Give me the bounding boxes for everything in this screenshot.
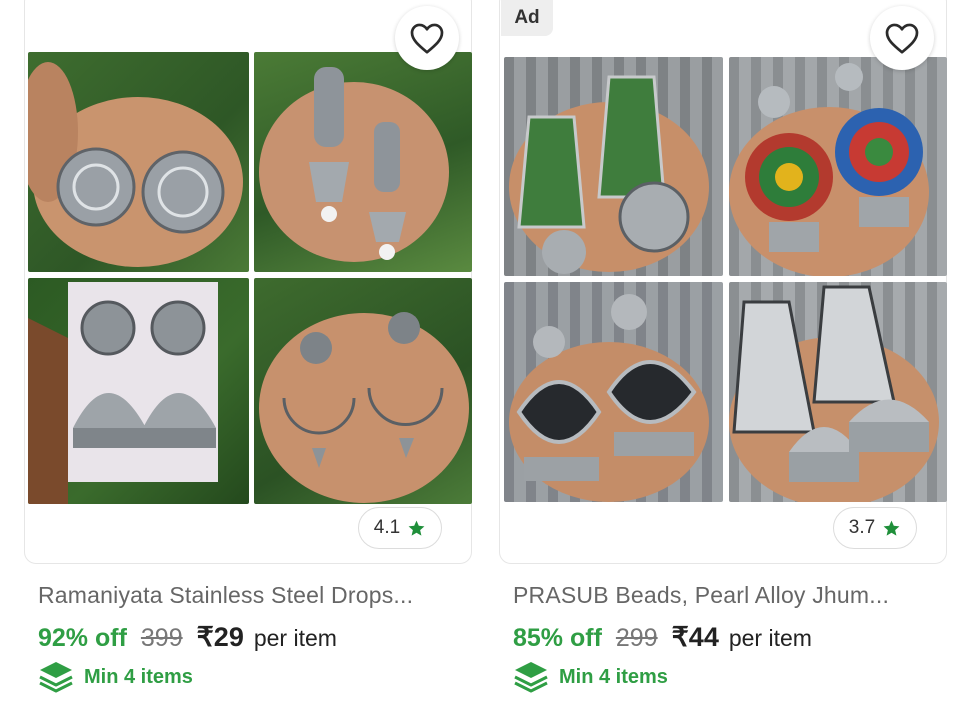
price-row: 92% off 399 ₹29 per item bbox=[38, 622, 337, 653]
product-photo-2 bbox=[729, 57, 947, 276]
min-order-text: Min 4 items bbox=[559, 665, 668, 688]
wishlist-button[interactable] bbox=[870, 6, 934, 70]
product-title[interactable]: PRASUB Beads, Pearl Alloy Jhum... bbox=[513, 582, 943, 609]
star-icon bbox=[408, 520, 425, 536]
heart-outline-icon bbox=[410, 23, 444, 54]
product-photo-1 bbox=[504, 57, 723, 276]
min-order-text: Min 4 items bbox=[84, 665, 193, 688]
layers-icon bbox=[39, 662, 73, 693]
rating-badge: 4.1 bbox=[358, 507, 442, 549]
per-item-label: per item bbox=[253, 625, 337, 651]
min-order-row: Min 4 items bbox=[513, 660, 668, 694]
price-row: 85% off 299 ₹44 per item bbox=[513, 622, 812, 653]
sale-price: ₹44 bbox=[671, 622, 719, 652]
ad-badge: Ad bbox=[501, 0, 553, 36]
heart-outline-icon bbox=[885, 23, 919, 54]
per-item-label: per item bbox=[728, 625, 812, 651]
product-image-grid[interactable] bbox=[28, 52, 472, 504]
product-photo-2 bbox=[254, 52, 472, 272]
product-card-1[interactable]: 4.1 Ramaniyata Stainless Steel Drops... … bbox=[24, 0, 474, 724]
layers-icon bbox=[514, 662, 548, 693]
star-icon bbox=[883, 520, 900, 536]
discount-text: 92% off bbox=[38, 624, 127, 652]
product-photo-3 bbox=[504, 282, 723, 502]
product-photo-1 bbox=[28, 52, 249, 272]
rating-value: 3.7 bbox=[848, 517, 876, 538]
product-card-2[interactable]: Ad 3.7 PRASUB Beads, Pearl Alloy Jhum...… bbox=[499, 0, 949, 724]
discount-text: 85% off bbox=[513, 624, 602, 652]
original-price: 399 bbox=[140, 624, 183, 652]
product-title[interactable]: Ramaniyata Stainless Steel Drops... bbox=[38, 582, 468, 609]
rating-badge: 3.7 bbox=[833, 507, 917, 549]
product-photo-4 bbox=[254, 278, 472, 504]
wishlist-button[interactable] bbox=[395, 6, 459, 70]
product-image-grid[interactable] bbox=[504, 57, 947, 502]
sale-price: ₹29 bbox=[196, 622, 244, 652]
rating-value: 4.1 bbox=[373, 517, 401, 538]
product-photo-3 bbox=[28, 278, 249, 504]
original-price: 299 bbox=[615, 624, 658, 652]
product-photo-4 bbox=[729, 282, 947, 502]
min-order-row: Min 4 items bbox=[38, 660, 193, 694]
